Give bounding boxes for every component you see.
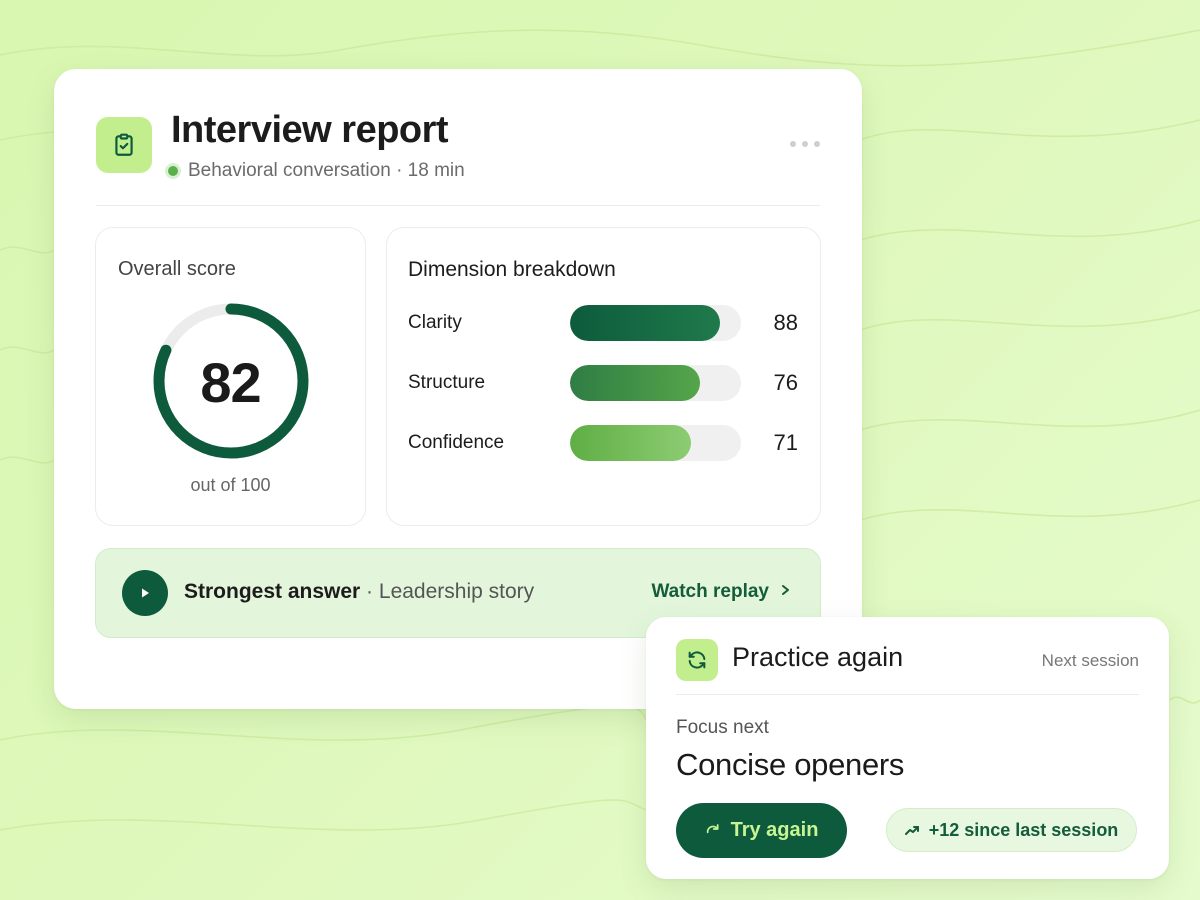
- interview-report-card: Interview report Behavioral conversation…: [54, 69, 862, 709]
- practice-divider: [676, 694, 1139, 695]
- overall-score-value: 82: [200, 351, 261, 414]
- strongest-answer-label: Strongest answer: [184, 580, 361, 603]
- dimension-label: Clarity: [408, 312, 462, 333]
- try-again-button[interactable]: Try again: [676, 803, 847, 858]
- dimension-value: 88: [773, 310, 798, 335]
- dimension-value: 71: [773, 430, 798, 455]
- page-title: Interview report: [171, 109, 449, 151]
- redo-icon: [706, 823, 719, 833]
- dimension-label: Structure: [408, 372, 486, 393]
- try-again-label: Try again: [730, 819, 819, 841]
- improvement-badge: +12 since last session: [886, 808, 1137, 852]
- dimension-bar-track: [570, 305, 741, 341]
- strongest-answer-text: Strongest answer · Leadership story: [184, 580, 534, 604]
- overall-score-title: Overall score: [118, 258, 236, 280]
- dimension-breakdown-title: Dimension breakdown: [408, 258, 616, 281]
- dimension-row-clarity: Clarity 88: [408, 305, 798, 341]
- focus-next-label: Focus next: [676, 717, 769, 738]
- improvement-text: +12 since last session: [928, 819, 1119, 840]
- status-dot: [168, 166, 178, 176]
- report-icon-tile: [96, 117, 152, 173]
- more-options-icon[interactable]: [790, 141, 820, 147]
- dimension-bar-track: [570, 365, 741, 401]
- dimension-bar-fill: [570, 365, 700, 401]
- dimension-label: Confidence: [408, 432, 505, 453]
- play-button[interactable]: [122, 570, 168, 616]
- practice-title: Practice again: [732, 642, 904, 672]
- dimension-row-confidence: Confidence 71: [408, 425, 798, 461]
- dimension-bar-fill: [570, 425, 692, 461]
- dimension-bar-fill: [570, 305, 721, 341]
- overall-score-caption: out of 100: [190, 475, 271, 495]
- dimension-row-structure: Structure 76: [408, 365, 798, 401]
- practice-icon-tile: [676, 639, 718, 681]
- strongest-answer-detail: Leadership story: [378, 580, 535, 603]
- dimension-bar-track: [570, 425, 741, 461]
- report-subtitle: Behavioral conversation · 18 min: [168, 160, 465, 182]
- focus-next-value: Concise openers: [676, 747, 905, 782]
- refresh-icon: [688, 651, 706, 669]
- dimension-value: 76: [773, 370, 798, 395]
- next-session-label: Next session: [1041, 651, 1139, 670]
- session-info: Behavioral conversation · 18 min: [188, 160, 465, 181]
- strongest-answer-separator: ·: [360, 580, 379, 603]
- clipboard-check-icon: [115, 133, 133, 156]
- dimension-breakdown-panel: Dimension breakdown Clarity 88 Structure…: [386, 227, 821, 526]
- chevron-right-icon: [781, 583, 790, 601]
- practice-again-card: Practice again Next session Focus next C…: [646, 617, 1169, 879]
- watch-replay-link[interactable]: Watch replay: [651, 581, 790, 603]
- overall-score-panel: Overall score 82 out of 100: [95, 227, 366, 526]
- watch-replay-label: Watch replay: [651, 581, 769, 602]
- header-divider: [96, 205, 820, 206]
- trending-up-icon: [904, 826, 919, 835]
- play-icon: [142, 588, 149, 598]
